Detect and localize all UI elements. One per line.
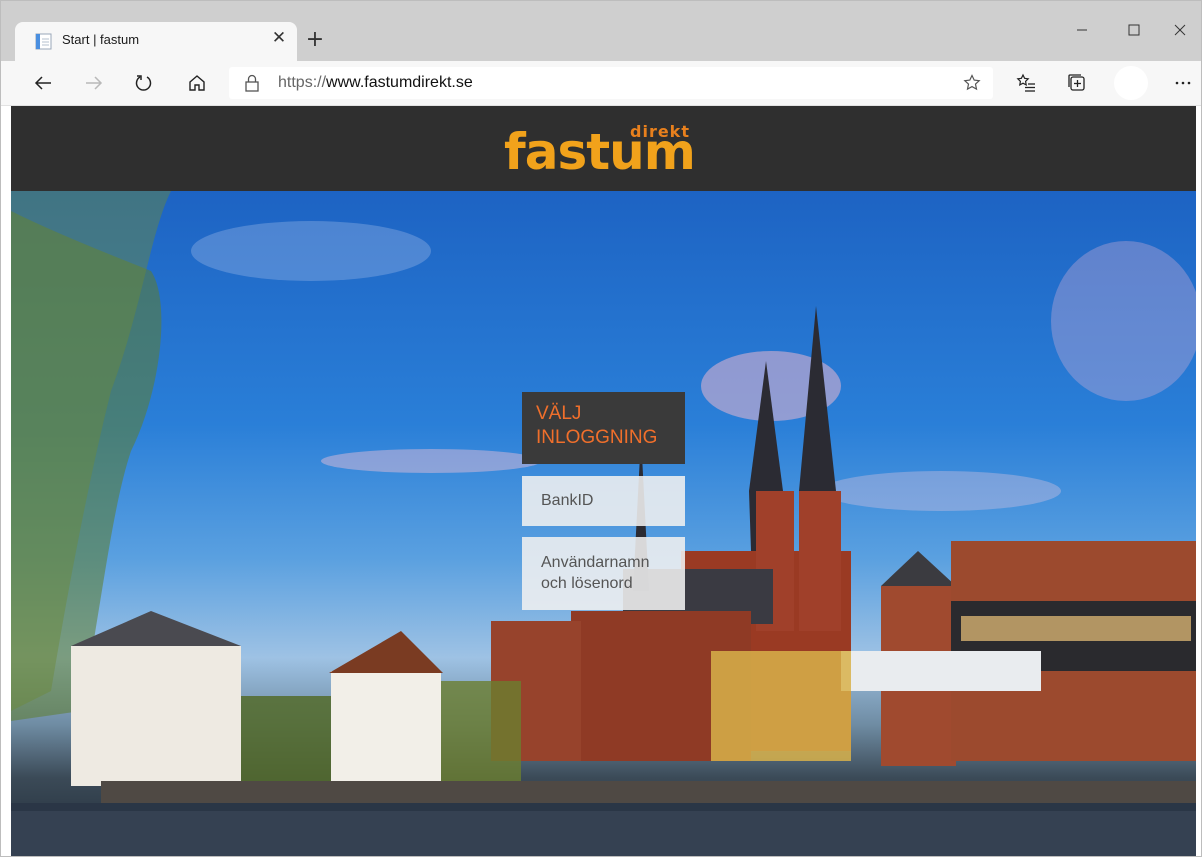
login-heading-line2: INLOGGNING [536, 427, 658, 448]
minimize-icon [1077, 29, 1087, 31]
bankid-login-button[interactable]: BankID [522, 476, 685, 526]
tab-strip: Start | fastum ✕ + [1, 1, 1201, 61]
logo-sub-text: direkt [630, 122, 690, 141]
url-scheme: https:// [278, 74, 327, 91]
collections-icon [1068, 74, 1085, 91]
star-icon [963, 74, 981, 91]
favorites-button[interactable] [1011, 68, 1041, 98]
url-host: www.fastumdirekt.se [326, 74, 473, 91]
maximize-icon [1128, 24, 1140, 36]
forward-button[interactable] [79, 68, 109, 98]
settings-more-button[interactable] [1168, 68, 1198, 98]
favorites-list-icon [1016, 73, 1035, 92]
home-button[interactable] [182, 68, 212, 98]
close-icon [1174, 24, 1186, 36]
hero-background-image: VÄLJ INLOGGNING BankID Användarnamn och … [11, 191, 1196, 856]
login-heading-line1: VÄLJ [536, 403, 582, 424]
userpass-line1: Användarnamn [541, 554, 650, 571]
favorite-star-button[interactable] [961, 72, 983, 94]
lock-icon[interactable] [243, 74, 261, 92]
ellipsis-icon [1175, 81, 1191, 85]
collections-button[interactable] [1062, 68, 1092, 98]
reload-icon [135, 75, 152, 91]
home-icon [189, 75, 205, 91]
maximize-button[interactable] [1111, 18, 1157, 46]
back-button[interactable] [28, 68, 58, 98]
profile-avatar[interactable] [1114, 66, 1148, 100]
arrow-right-icon [86, 76, 103, 90]
tab-close-icon[interactable]: ✕ [268, 27, 290, 49]
reload-button[interactable] [129, 68, 159, 98]
tab-title: Start | fastum [62, 32, 140, 47]
browser-toolbar: https://www.fastumdirekt.se [1, 61, 1201, 106]
browser-window: Start | fastum ✕ + https://www.fastumdir… [0, 0, 1202, 857]
userpass-line2: och lösenord [541, 575, 633, 592]
address-bar[interactable]: https://www.fastumdirekt.se [229, 67, 993, 99]
new-tab-button[interactable]: + [303, 28, 327, 52]
page-favicon-icon [35, 33, 52, 50]
site-header: fastum direkt [11, 106, 1196, 191]
tab-start-fastum[interactable]: Start | fastum ✕ [15, 22, 297, 61]
minimize-button[interactable] [1059, 18, 1105, 46]
close-window-button[interactable] [1157, 18, 1201, 46]
url-text[interactable]: https://www.fastumdirekt.se [278, 74, 473, 92]
page-scrollbar[interactable] [1196, 106, 1201, 856]
login-heading: VÄLJ INLOGGNING [522, 392, 685, 464]
arrow-left-icon [34, 76, 51, 90]
username-password-login-button[interactable]: Användarnamn och lösenord [522, 537, 685, 610]
fastum-logo[interactable]: fastum direkt [504, 116, 706, 182]
web-page: fastum direkt VÄLJ INLOGGNING BankID Anv… [11, 106, 1196, 856]
